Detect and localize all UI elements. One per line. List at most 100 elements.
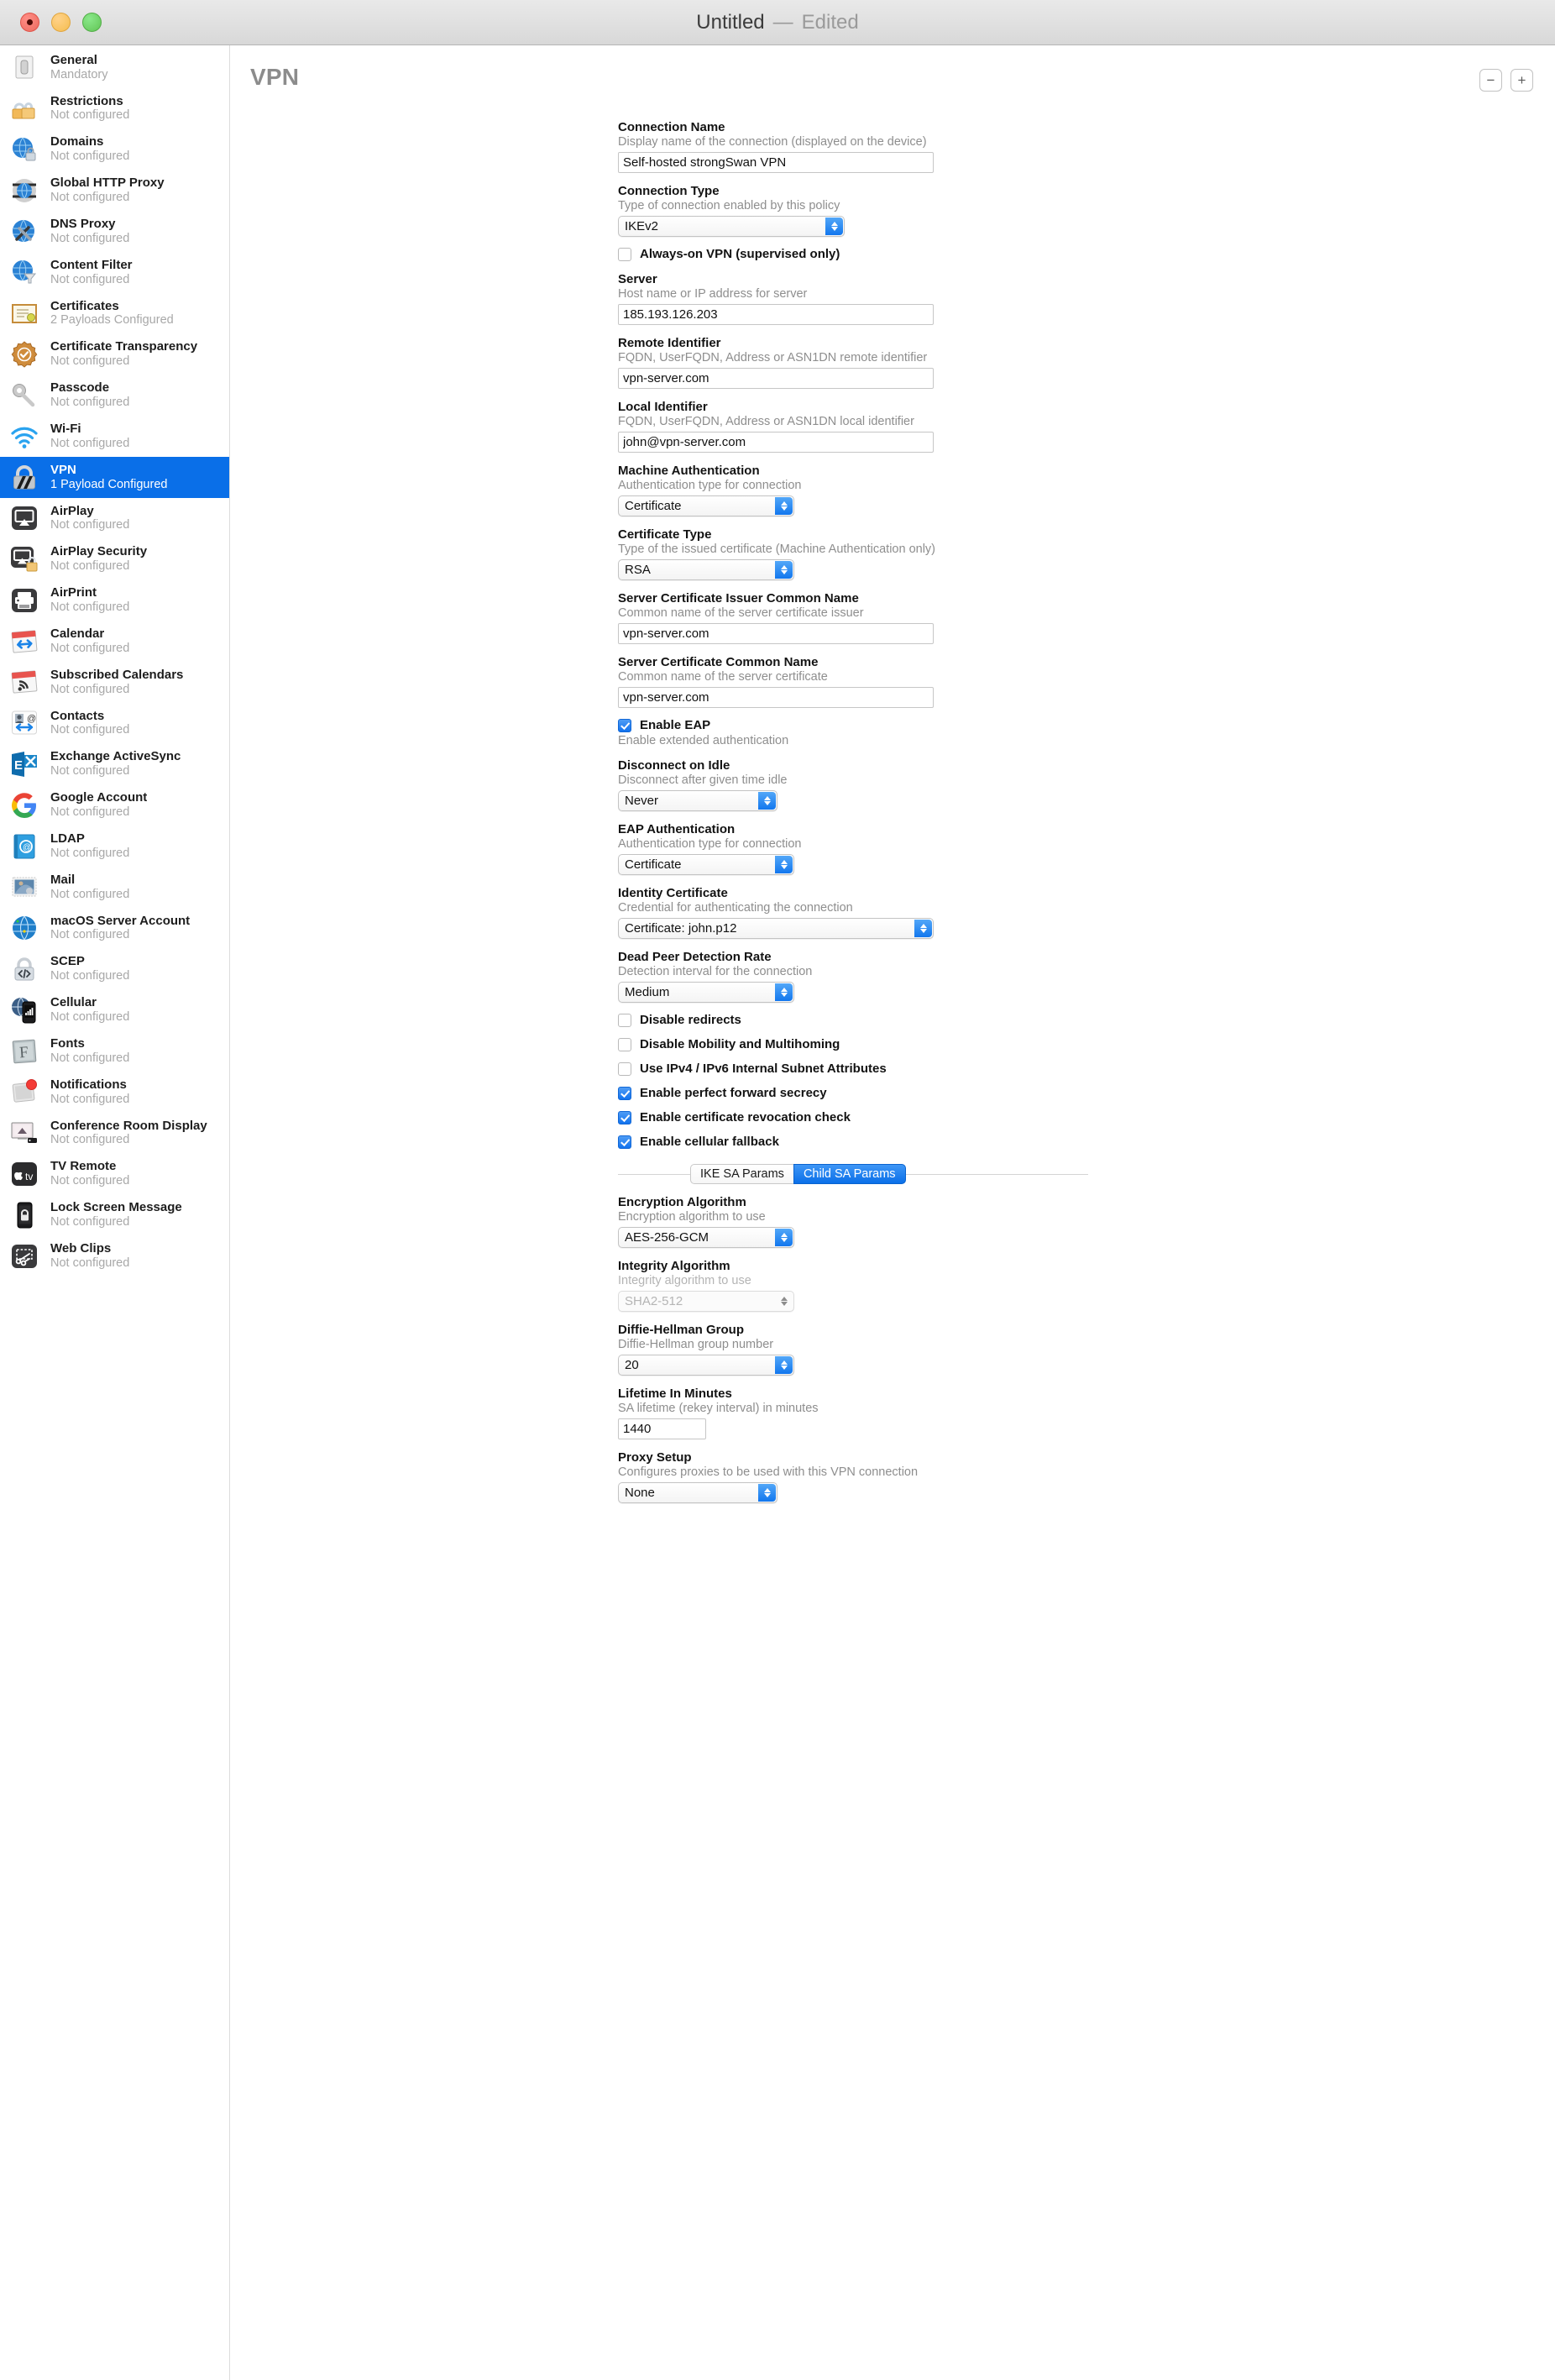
zoom-icon[interactable] — [82, 13, 102, 32]
proxy-setup-select[interactable]: None — [618, 1482, 778, 1503]
sidebar-item-certificate-transparency[interactable]: Certificate Transparency Not configured — [0, 334, 229, 375]
use-internal-subnet-checkbox[interactable] — [618, 1062, 631, 1076]
sidebar-item-ldap[interactable]: @ LDAP Not configured — [0, 826, 229, 867]
disable-mobility-row[interactable]: Disable Mobility and Multihoming — [618, 1037, 1088, 1051]
sidebar-item-scep[interactable]: SCEP Not configured — [0, 949, 229, 990]
local-identifier-input[interactable] — [618, 432, 934, 453]
sidebar-item-status: Not configured — [50, 436, 130, 450]
sidebar-item-exchange-activesync[interactable]: E Exchange ActiveSync Not configured — [0, 744, 229, 785]
sidebar-item-tv-remote[interactable]: tv TV Remote Not configured — [0, 1154, 229, 1195]
use-internal-subnet-row[interactable]: Use IPv4 / IPv6 Internal Subnet Attribut… — [618, 1062, 1088, 1076]
remote-identifier-input[interactable] — [618, 368, 934, 389]
sidebar-item-web-clips[interactable]: Web Clips Not configured — [0, 1235, 229, 1276]
sidebar-item-status: Not configured — [50, 231, 130, 245]
scep-icon — [8, 953, 40, 985]
identity-certificate-select[interactable]: Certificate: john.p12 — [618, 918, 934, 939]
sidebar-item-global-http-proxy[interactable]: Global HTTP Proxy Not configured — [0, 170, 229, 211]
server-cert-issuer-cn-input[interactable] — [618, 623, 934, 644]
sidebar-item-label: Exchange ActiveSync — [50, 750, 181, 764]
certificate-type-select[interactable]: RSA — [618, 559, 794, 580]
add-payload-button[interactable]: + — [1510, 69, 1533, 92]
vpn-lock-icon — [8, 461, 40, 493]
enable-eap-row[interactable]: Enable EAP — [618, 718, 1088, 732]
machine-authentication-description: Authentication type for connection — [618, 479, 802, 492]
sidebar-item-macos-server-account[interactable]: macOS Server Account Not configured — [0, 908, 229, 949]
sidebar-item-domains[interactable]: Domains Not configured — [0, 129, 229, 170]
sidebar-item-text: Contacts Not configured — [50, 710, 129, 737]
always-on-vpn-row[interactable]: Always-on VPN (supervised only) — [618, 247, 1088, 261]
sidebar-item-label: SCEP — [50, 955, 85, 969]
sidebar-item-content-filter[interactable]: Content Filter Not configured — [0, 252, 229, 293]
server-cert-cn-label: Server Certificate Common Name — [618, 655, 819, 669]
sidebar-item-text: AirPlay Security Not configured — [50, 545, 147, 573]
perfect-forward-secrecy-checkbox[interactable] — [618, 1086, 631, 1100]
sidebar-item-text: Fonts Not configured — [50, 1037, 129, 1065]
sidebar-item-vpn[interactable]: VPN 1 Payload Configured — [0, 456, 229, 498]
sidebar-item-lock-screen-message[interactable]: Lock Screen Message Not configured — [0, 1194, 229, 1235]
sidebar-item-calendar[interactable]: Calendar Not configured — [0, 621, 229, 662]
sidebar-item-notifications[interactable]: Notifications Not configured — [0, 1072, 229, 1113]
connection-type-select[interactable]: IKEv2 — [618, 216, 845, 237]
diffie-hellman-group-select[interactable]: 20 — [618, 1355, 794, 1376]
encryption-algorithm-label: Encryption Algorithm — [618, 1195, 746, 1209]
eap-authentication-select[interactable]: Certificate — [618, 854, 794, 875]
sidebar-item-airplay[interactable]: AirPlay Not configured — [0, 498, 229, 539]
sidebar-item-contacts[interactable]: @ Contacts Not configured — [0, 703, 229, 744]
cert-revocation-check-row[interactable]: Enable certificate revocation check — [618, 1110, 1088, 1124]
always-on-vpn-checkbox[interactable] — [618, 247, 631, 261]
diffie-hellman-group-description: Diffie-Hellman group number — [618, 1338, 774, 1351]
integrity-algorithm-select: SHA2-512 — [618, 1291, 794, 1312]
field-local-identifier: Local Identifier FQDN, UserFQDN, Address… — [618, 400, 1088, 453]
eap-authentication-value: Certificate — [625, 857, 682, 872]
sidebar-item-dns-proxy[interactable]: DNS Proxy Not configured — [0, 211, 229, 252]
sidebar-item-passcode[interactable]: Passcode Not configured — [0, 375, 229, 416]
close-icon[interactable] — [20, 13, 39, 32]
sidebar-item-general[interactable]: General Mandatory — [0, 47, 229, 88]
sidebar-item-conference-room-display[interactable]: Conference Room Display Not configured — [0, 1113, 229, 1154]
field-diffie-hellman-group: Diffie-Hellman Group Diffie-Hellman grou… — [618, 1323, 1088, 1376]
disconnect-on-idle-select[interactable]: Never — [618, 790, 778, 811]
remove-payload-button[interactable]: − — [1479, 69, 1502, 92]
tab-ike-sa-params[interactable]: IKE SA Params — [690, 1164, 794, 1184]
server-cert-cn-description: Common name of the server certificate — [618, 670, 828, 684]
payload-sidebar[interactable]: General Mandatory Restrictions Not configur… — [0, 45, 230, 2380]
disable-mobility-checkbox[interactable] — [618, 1037, 631, 1051]
connection-type-label: Connection Type — [618, 184, 720, 198]
sidebar-item-status: 1 Payload Configured — [50, 477, 168, 491]
machine-authentication-select[interactable]: Certificate — [618, 495, 794, 516]
cellular-fallback-checkbox[interactable] — [618, 1135, 631, 1149]
sidebar-item-fonts[interactable]: F Fonts Not configured — [0, 1030, 229, 1072]
server-cert-cn-input[interactable] — [618, 687, 934, 708]
disable-redirects-label: Disable redirects — [640, 1013, 741, 1027]
cellular-fallback-row[interactable]: Enable cellular fallback — [618, 1135, 1088, 1149]
enable-eap-checkbox[interactable] — [618, 718, 631, 732]
sidebar-item-label: AirPlay — [50, 504, 94, 518]
sidebar-item-cellular[interactable]: Cellular Not configured — [0, 989, 229, 1030]
field-disconnect-on-idle: Disconnect on Idle Disconnect after give… — [618, 758, 1088, 811]
sidebar-item-label: VPN — [50, 463, 76, 477]
sidebar-item-airprint[interactable]: AirPrint Not configured — [0, 579, 229, 621]
minimize-icon[interactable] — [51, 13, 71, 32]
sidebar-item-certificates[interactable]: Certificates 2 Payloads Configured — [0, 293, 229, 334]
tab-child-sa-params[interactable]: Child SA Params — [793, 1164, 906, 1184]
connection-name-input[interactable] — [618, 152, 934, 173]
disable-redirects-row[interactable]: Disable redirects — [618, 1013, 1088, 1027]
contacts-icon: @ — [8, 707, 40, 739]
sidebar-item-google-account[interactable]: Google Account Not configured — [0, 784, 229, 826]
lifetime-in-minutes-input[interactable] — [618, 1418, 706, 1439]
server-input[interactable] — [618, 304, 934, 325]
perfect-forward-secrecy-row[interactable]: Enable perfect forward secrecy — [618, 1086, 1088, 1100]
sidebar-item-restrictions[interactable]: Restrictions Not configured — [0, 88, 229, 129]
identity-certificate-label: Identity Certificate — [618, 886, 728, 900]
disable-redirects-checkbox[interactable] — [618, 1013, 631, 1027]
sidebar-item-mail[interactable]: Mail Not configured — [0, 867, 229, 908]
sidebar-item-subscribed-calendars[interactable]: Subscribed Calendars Not configured — [0, 662, 229, 703]
sidebar-item-airplay-security[interactable]: AirPlay Security Not configured — [0, 539, 229, 580]
dead-peer-detection-select[interactable]: Medium — [618, 982, 794, 1003]
sidebar-item-text: Google Account Not configured — [50, 791, 147, 819]
chevron-updown-icon — [775, 1229, 793, 1246]
sidebar-item-wi-fi[interactable]: Wi-Fi Not configured — [0, 416, 229, 457]
sidebar-item-text: SCEP Not configured — [50, 955, 129, 983]
encryption-algorithm-select[interactable]: AES-256-GCM — [618, 1227, 794, 1248]
cert-revocation-check-checkbox[interactable] — [618, 1110, 631, 1124]
